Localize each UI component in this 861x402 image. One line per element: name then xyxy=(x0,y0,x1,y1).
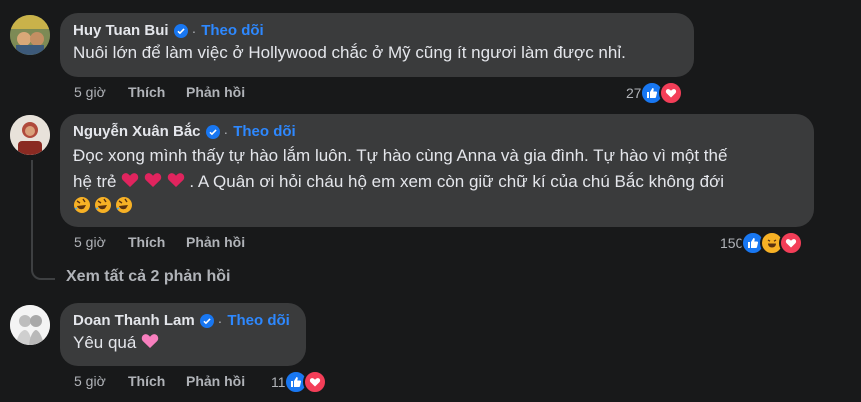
comment-text-line: hệ trẻ . A Quân ơi hỏi cháu hộ em xem cò… xyxy=(73,169,801,196)
separator: · xyxy=(191,22,197,39)
reaction-summary[interactable]: 27 xyxy=(626,81,683,105)
comment-author[interactable]: Nguyễn Xuân Bắc xyxy=(73,123,201,140)
reply-button[interactable]: Phản hồi xyxy=(186,84,245,100)
verified-icon xyxy=(173,23,188,38)
comment-text: Nuôi lớn để làm việc ở Hollywood chắc ở … xyxy=(73,43,626,62)
comment-bubble: Doan Thanh Lam · Theo dõi Yêu quá xyxy=(60,303,306,366)
comment-text: Yêu quá xyxy=(73,330,293,357)
avatar[interactable] xyxy=(10,15,50,55)
comment-text-part: . A Quân ơi hỏi cháu hộ em xem còn giữ c… xyxy=(189,172,724,191)
love-reaction-icon xyxy=(302,370,327,394)
rofl-emoji xyxy=(94,196,112,222)
verified-icon xyxy=(205,124,220,139)
comment-text: Đọc xong mình thấy tự hào lắm luôn. Tự h… xyxy=(73,143,801,222)
comment-emoji-line xyxy=(73,196,801,222)
comment-text-line: Đọc xong mình thấy tự hào lắm luôn. Tự h… xyxy=(73,146,728,165)
like-button[interactable]: Thích xyxy=(128,84,186,100)
comment-bubble: Huy Tuan Bui · Theo dõi Nuôi lớn để làm … xyxy=(60,13,694,77)
follow-button[interactable]: Theo dõi xyxy=(227,312,290,329)
comment-actions: 5 giờ Thích Phản hồi xyxy=(74,234,245,250)
comment-time[interactable]: 5 giờ xyxy=(74,373,128,389)
like-button[interactable]: Thích xyxy=(128,234,186,250)
comment-header: Huy Tuan Bui · Theo dõi xyxy=(73,22,681,39)
rofl-emoji xyxy=(115,196,133,222)
red-heart-emoji xyxy=(167,170,185,196)
reply-button[interactable]: Phản hồi xyxy=(186,373,245,389)
reaction-count: 150 xyxy=(720,235,744,251)
reaction-summary[interactable]: 150 xyxy=(720,231,804,255)
comment-header: Nguyễn Xuân Bắc · Theo dõi xyxy=(73,123,801,140)
comment-author[interactable]: Huy Tuan Bui xyxy=(73,22,169,39)
separator: · xyxy=(217,312,223,329)
rofl-emoji xyxy=(73,196,91,222)
comment-bubble: Nguyễn Xuân Bắc · Theo dõi Đọc xong mình… xyxy=(60,114,814,227)
reaction-summary[interactable]: 11 xyxy=(271,370,327,394)
comment-actions: 5 giờ Thích Phản hồi xyxy=(74,373,245,389)
comment-time[interactable]: 5 giờ xyxy=(74,84,128,100)
view-all-replies-link[interactable]: Xem tất cả 2 phản hồi xyxy=(66,268,230,286)
thread-line xyxy=(31,160,55,280)
comment-text-part: Yêu quá xyxy=(73,333,137,352)
like-button[interactable]: Thích xyxy=(128,373,186,389)
reply-button[interactable]: Phản hồi xyxy=(186,234,245,250)
comment-actions: 5 giờ Thích Phản hồi xyxy=(74,84,245,100)
love-reaction-icon xyxy=(779,231,804,255)
verified-icon xyxy=(199,313,214,328)
follow-button[interactable]: Theo dõi xyxy=(233,123,296,140)
follow-button[interactable]: Theo dõi xyxy=(201,22,264,39)
comment-author[interactable]: Doan Thanh Lam xyxy=(73,312,195,329)
comment-header: Doan Thanh Lam · Theo dõi xyxy=(73,312,293,329)
red-heart-emoji xyxy=(121,170,139,196)
pink-heart-emoji xyxy=(141,331,159,357)
avatar[interactable] xyxy=(10,305,50,345)
love-reaction-icon xyxy=(658,81,683,105)
comment-text-part: hệ trẻ xyxy=(73,172,117,191)
comment-time[interactable]: 5 giờ xyxy=(74,234,128,250)
separator: · xyxy=(223,123,229,140)
avatar[interactable] xyxy=(10,115,50,155)
red-heart-emoji xyxy=(144,170,162,196)
